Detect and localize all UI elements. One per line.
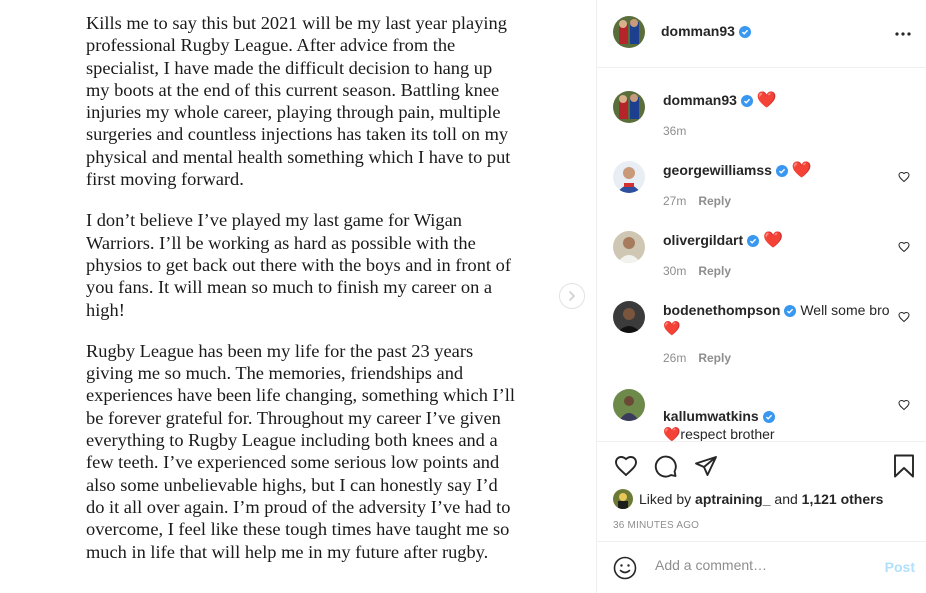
comment-text: ❤️ [763,232,783,249]
next-image-button[interactable] [559,283,585,309]
comment-time[interactable]: 30m [663,264,686,278]
comment-username[interactable]: bodenethompson [663,302,780,318]
bookmark-icon[interactable] [893,454,915,478]
verified-badge-icon [740,95,753,107]
comment-time[interactable]: 36m [663,124,686,138]
verified-badge-icon [747,235,760,247]
post-actions: Liked by aptraining_ and 1,121 others 36… [597,441,926,541]
verified-badge-icon [738,26,751,38]
comment-text: ❤️respect brother Wish you all the best … [663,426,775,441]
comment-avatar[interactable] [613,231,645,263]
header-username[interactable]: domman93 [661,23,735,39]
liker-avatar[interactable] [613,489,633,509]
comment-like-icon[interactable] [898,311,910,323]
add-comment-bar: Post [597,541,926,593]
comment-time[interactable]: 27m [663,194,686,208]
comment-username[interactable]: domman93 [663,92,737,108]
verified-badge-icon [784,305,797,317]
more-horizontal-icon [895,32,911,36]
post-header: domman93 [597,0,926,68]
author-avatar[interactable] [613,16,645,48]
post-comment-button[interactable]: Post [885,559,915,575]
post-paragraph-3: Rugby League has been my life for the pa… [86,340,515,562]
comment-avatar[interactable] [613,389,645,421]
liked-by-and: and [774,491,798,507]
comment-username[interactable]: kallumwatkins [663,408,759,424]
comment-avatar[interactable] [613,301,645,333]
post-paragraph-1: Kills me to say this but 2021 will be my… [86,13,511,190]
heart-icon[interactable] [613,454,639,478]
verified-badge-icon [775,165,788,177]
likes-count[interactable]: 1,121 others [802,491,884,507]
comment-username[interactable]: georgewilliamss [663,162,772,178]
comment-avatar[interactable] [613,161,645,193]
likes-summary: Liked by aptraining_ and 1,121 others [613,489,883,509]
post-timestamp[interactable]: 36 MINUTES AGO [613,520,699,531]
share-icon[interactable] [693,454,719,478]
comment-like-icon[interactable] [898,399,910,411]
emoji-icon[interactable] [613,556,637,580]
reply-button[interactable]: Reply [698,351,731,365]
reply-button[interactable]: Reply [698,264,731,278]
chevron-right-icon [569,291,576,301]
comment-time[interactable]: 26m [663,351,686,365]
liked-by-prefix: Liked by [639,491,692,507]
comment-username[interactable]: olivergildart [663,232,743,248]
comments-list[interactable]: domman93 ❤️ 36m georgewilliamss ❤️ 27m Re… [597,69,926,441]
comment-text: ❤️ [791,162,812,179]
post-paragraph-2: I don’t believe I’ve played my last game… [86,210,511,320]
reply-button[interactable]: Reply [698,194,731,208]
post-image: Kills me to say this but 2021 will be my… [0,0,596,593]
comment-input[interactable] [653,556,877,574]
comment-text: ❤️ [756,92,777,109]
comment-like-icon[interactable] [898,241,910,253]
comment-avatar[interactable] [613,91,645,123]
comment-like-icon[interactable] [898,171,910,183]
comment-icon[interactable] [653,454,679,478]
post-sidebar: domman93 domman93 ❤️ 36m georgewilliamss… [596,0,926,593]
liked-by-user[interactable]: aptraining_ [695,491,770,507]
post-text: Kills me to say this but 2021 will be my… [86,12,516,582]
verified-badge-icon [762,411,775,423]
more-options-button[interactable] [891,22,915,46]
